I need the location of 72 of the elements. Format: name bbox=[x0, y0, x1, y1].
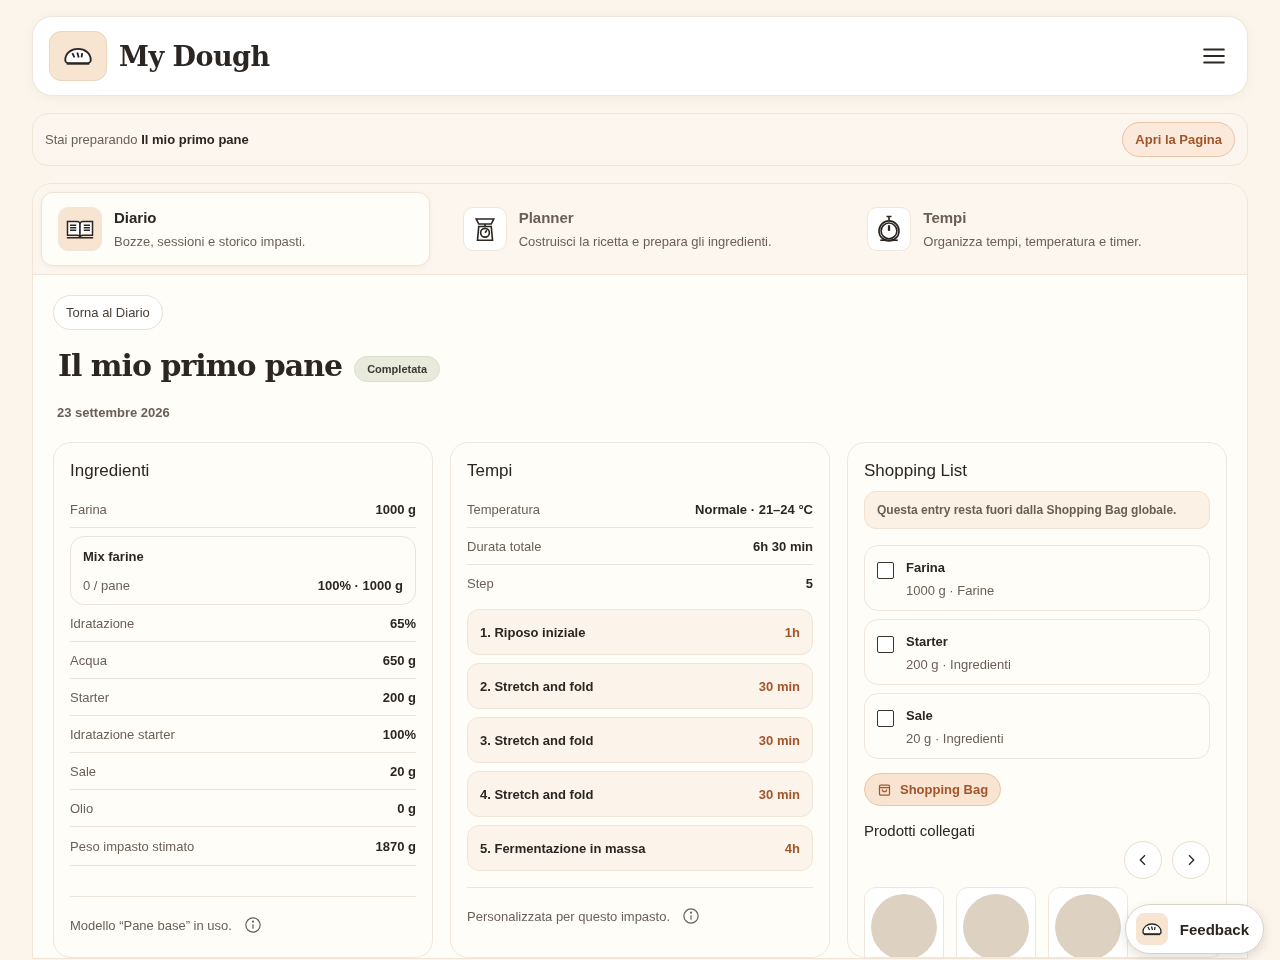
nav-tab[interactable]: Diario Bozze, sessioni e storico impasti. bbox=[41, 192, 430, 266]
row-label: Farina bbox=[70, 501, 107, 517]
app-title: My Dough bbox=[119, 40, 270, 72]
row-value: 200 g bbox=[382, 689, 416, 705]
item-detail: 1000 g · Farine bbox=[906, 583, 995, 598]
row-label: Starter bbox=[70, 689, 109, 705]
card-title: Tempi bbox=[467, 461, 514, 481]
row-label: Peso impasto stimato bbox=[70, 838, 195, 854]
step-label: 3. Stretch and fold bbox=[480, 732, 594, 748]
row-value: 5 bbox=[805, 575, 813, 591]
next-button[interactable] bbox=[1172, 841, 1210, 879]
item-detail: 20 g · Ingredienti bbox=[906, 731, 1004, 746]
row-label: Durata totale bbox=[467, 538, 542, 554]
step-duration: 30 min bbox=[758, 732, 800, 748]
shopping-bag-button[interactable]: Shopping Bag bbox=[864, 773, 1002, 806]
row-value: 65% bbox=[389, 615, 416, 631]
row-label: Step bbox=[467, 575, 494, 591]
status-badge: Completata bbox=[354, 355, 441, 382]
checkbox[interactable] bbox=[877, 710, 894, 727]
item-name: Farina bbox=[906, 560, 945, 575]
row-value: 20 g bbox=[390, 763, 416, 779]
back-button[interactable]: Torna al Diario bbox=[53, 295, 163, 330]
section-title: Prodotti collegati bbox=[864, 822, 976, 839]
product-card[interactable] bbox=[956, 887, 1036, 957]
step-duration: 1h bbox=[784, 624, 800, 640]
product-card[interactable] bbox=[864, 887, 944, 957]
row-value: Normale · 21–24 °C bbox=[695, 501, 813, 517]
card-title: Shopping List bbox=[864, 461, 969, 481]
row-value: 0 g bbox=[397, 800, 416, 816]
checkbox[interactable] bbox=[877, 636, 894, 653]
product-card[interactable] bbox=[1048, 887, 1128, 957]
row-label: Sale bbox=[70, 763, 97, 779]
open-page-button[interactable]: Apri la Pagina bbox=[1122, 122, 1235, 157]
row-value: 1000 g bbox=[375, 501, 416, 517]
step-label: 4. Stretch and fold bbox=[480, 786, 594, 802]
row-label: 0 / pane bbox=[83, 577, 130, 593]
step-label: 5. Fermentazione in massa bbox=[480, 840, 646, 856]
row-label: Idratazione starter bbox=[70, 726, 175, 742]
preparing-message: Stai preparando Il mio primo pane bbox=[45, 132, 249, 147]
dough-title: Il mio primo pane bbox=[58, 348, 343, 383]
previous-button[interactable] bbox=[1124, 841, 1162, 879]
dough-date: 23 settembre 2026 bbox=[57, 405, 171, 420]
mix-title: Mix farine bbox=[83, 549, 145, 564]
feedback-button[interactable]: Feedback bbox=[1124, 904, 1264, 954]
step-duration: 4h bbox=[784, 840, 800, 856]
card-title: Ingredienti bbox=[70, 461, 151, 481]
checkbox[interactable] bbox=[877, 562, 894, 579]
info-notice: Questa entry resta fuori dalla Shopping Bag globale. bbox=[864, 491, 1210, 529]
step-duration: 30 min bbox=[758, 786, 800, 802]
item-name: Starter bbox=[906, 634, 948, 649]
row-label: Acqua bbox=[70, 652, 107, 668]
step-label: 1. Riposo iniziale bbox=[480, 624, 586, 640]
item-detail: 200 g · Ingredienti bbox=[906, 657, 1011, 672]
row-value: 100% · 1000 g bbox=[317, 577, 403, 593]
bread-logo-icon bbox=[49, 31, 107, 81]
row-value: 100% bbox=[382, 726, 416, 742]
template-note: Modello “Pane base” in uso. bbox=[70, 917, 232, 933]
item-name: Sale bbox=[906, 708, 933, 723]
nav-tab[interactable]: Tempi Organizza tempi, temperatura e timer. bbox=[850, 192, 1239, 266]
row-label: Olio bbox=[70, 800, 94, 816]
bag-icon bbox=[877, 782, 892, 797]
row-label: Idratazione bbox=[70, 615, 135, 631]
schedule-note: Personalizzata per questo impasto. bbox=[467, 908, 671, 924]
step-duration: 30 min bbox=[758, 678, 800, 694]
row-label: Temperatura bbox=[467, 501, 540, 517]
nav-tab[interactable]: Planner Costruisci la ricetta e prepara gli ingredienti. bbox=[445, 192, 835, 266]
row-value: 1870 g bbox=[375, 838, 416, 854]
info-icon bbox=[682, 907, 701, 925]
row-value: 6h 30 min bbox=[753, 538, 813, 554]
info-icon bbox=[243, 916, 262, 934]
row-value: 650 g bbox=[382, 652, 416, 668]
step-label: 2. Stretch and fold bbox=[480, 678, 594, 694]
